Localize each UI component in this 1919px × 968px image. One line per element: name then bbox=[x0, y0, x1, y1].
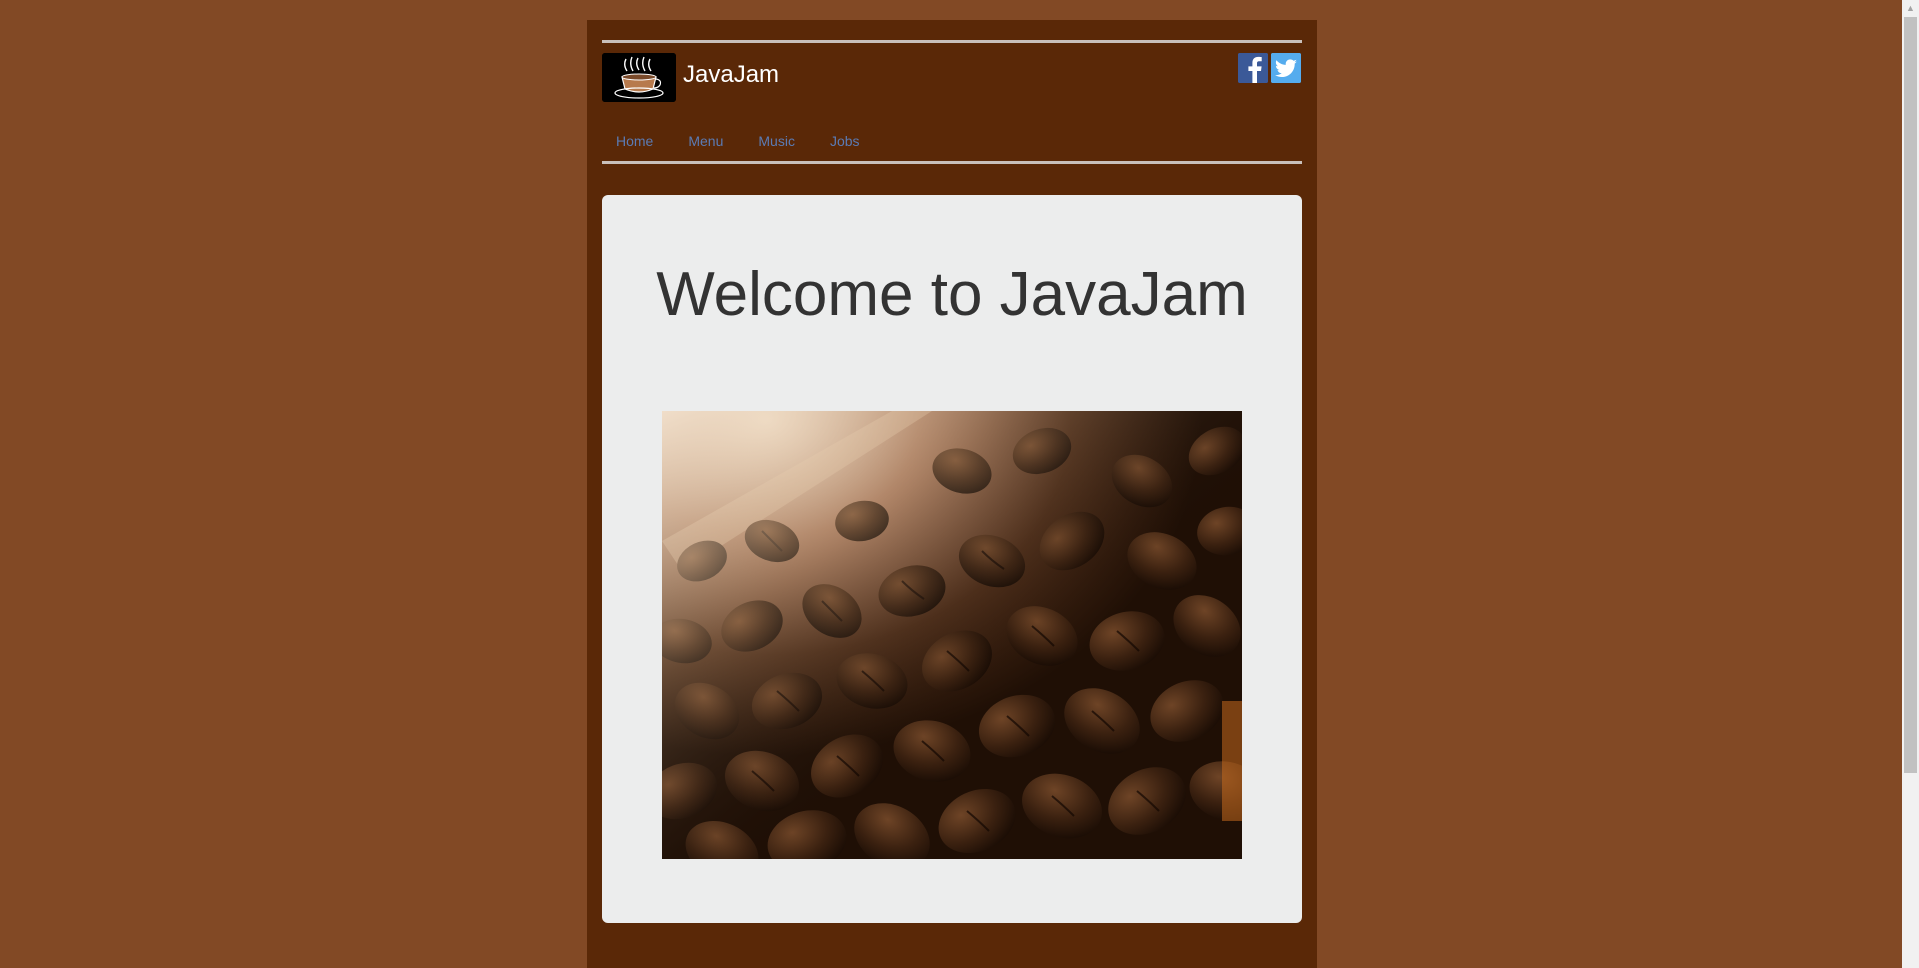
coffee-cup-logo-icon bbox=[602, 53, 676, 102]
scroll-up-arrow-icon[interactable]: ▲ bbox=[1902, 0, 1919, 17]
facebook-link[interactable] bbox=[1238, 53, 1268, 83]
scrollbar-thumb[interactable] bbox=[1904, 17, 1917, 773]
nav-item-jobs[interactable]: Jobs bbox=[816, 129, 874, 153]
site-wrapper: JavaJam Home Menu Music Jobs Welcome to … bbox=[587, 20, 1317, 968]
header-bottom-divider bbox=[602, 161, 1302, 164]
logo-link[interactable] bbox=[602, 53, 676, 102]
main-content-card: Welcome to JavaJam bbox=[602, 195, 1302, 923]
twitter-link[interactable] bbox=[1271, 53, 1301, 83]
coffee-beans-image bbox=[662, 411, 1242, 859]
main-nav: Home Menu Music Jobs bbox=[602, 129, 881, 153]
brand-name: JavaJam bbox=[683, 61, 780, 88]
page: JavaJam Home Menu Music Jobs Welcome to … bbox=[0, 0, 1919, 968]
facebook-icon bbox=[1238, 53, 1268, 83]
coffee-beans-photo bbox=[662, 411, 1242, 859]
nav-item-music[interactable]: Music bbox=[744, 129, 809, 153]
header-top-divider bbox=[602, 40, 1302, 43]
nav-item-menu[interactable]: Menu bbox=[674, 129, 737, 153]
twitter-icon bbox=[1271, 53, 1301, 83]
vertical-scrollbar[interactable]: ▲ bbox=[1902, 0, 1919, 968]
page-title: Welcome to JavaJam bbox=[656, 260, 1248, 329]
nav-item-home[interactable]: Home bbox=[602, 129, 667, 153]
